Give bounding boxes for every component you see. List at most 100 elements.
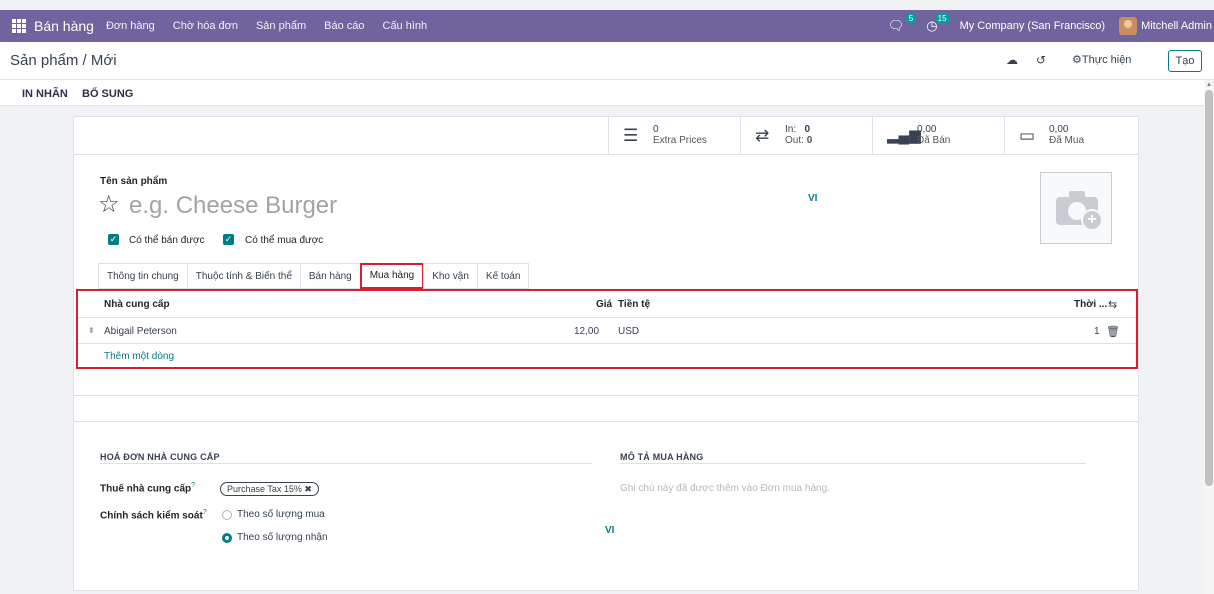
radio-ordered-label: Theo số lượng mua (237, 509, 325, 520)
in-label: In: (785, 124, 797, 135)
description-translate-button[interactable]: VI (605, 525, 614, 536)
gear-icon: ⚙ (1072, 54, 1082, 66)
credit-card-icon: ▭ (1019, 126, 1036, 145)
print-labels-button[interactable]: IN NHÃN (22, 88, 68, 100)
exchange-icon: ⇄ (755, 126, 770, 145)
extra-prices-label: Extra Prices (653, 135, 707, 146)
currency-cell[interactable]: USD (618, 326, 639, 337)
form-sheet: ☰ 0 Extra Prices ⇄ In: 0 Out: 0 ▂▄▆ 0,00… (73, 116, 1139, 591)
trash-icon[interactable]: 🗑 (1106, 325, 1120, 338)
lead-time-cell[interactable]: 1 (1094, 326, 1100, 337)
product-name-label: Tên sản phẩm (100, 176, 168, 187)
user-menu[interactable]: Mitchell Admin (1141, 20, 1212, 32)
sold-value: 0,00 (917, 124, 937, 135)
scroll-thumb[interactable] (1205, 90, 1213, 486)
list-icon: ☰ (623, 126, 639, 145)
help-icon[interactable]: ? (203, 509, 207, 516)
replenish-button[interactable]: BỔ SUNG (82, 88, 133, 100)
radio-received-quantities[interactable] (222, 533, 232, 543)
drag-handle-icon[interactable]: ⬍ (88, 326, 95, 335)
menu-reporting[interactable]: Báo cáo (324, 20, 364, 32)
plus-icon: + (1081, 209, 1103, 231)
extra-prices-button[interactable]: ☰ 0 Extra Prices (608, 117, 740, 154)
out-line: Out: 0 (785, 136, 812, 146)
tab-accounting[interactable]: Kế toán (476, 263, 530, 289)
column-header-price[interactable]: Giá (596, 299, 612, 310)
star-icon[interactable]: ☆ (98, 191, 120, 219)
can-be-purchased-checkbox[interactable]: ✓ (223, 234, 234, 245)
tab-purchase[interactable]: Mua hàng (359, 263, 425, 289)
sold-label: Đã Bán (917, 135, 951, 146)
radio-ordered-quantities[interactable] (222, 510, 232, 520)
control-panel: Sản phẩm / Mới ☁ ↺ ⚙Thực hiện Tạo (0, 42, 1214, 80)
out-value: 0 (806, 135, 813, 146)
menu-orders[interactable]: Đơn hàng (106, 20, 155, 32)
purchased-value: 0,00 (1049, 124, 1069, 135)
extra-prices-value: 0 (653, 124, 659, 135)
tab-attributes-variants[interactable]: Thuộc tính & Biến thể (186, 263, 301, 289)
optional-columns-icon[interactable]: ⇆ (1108, 298, 1117, 311)
chat-icon[interactable]: 🗨 5 (888, 13, 917, 34)
can-be-sold-label: Có thể bán được (129, 235, 205, 246)
company-switcher[interactable]: My Company (San Francisco) (960, 20, 1106, 32)
purchased-button[interactable]: ▭ 0,00 Đã Mua (1004, 117, 1136, 154)
in-out-button[interactable]: ⇄ In: 0 Out: 0 (740, 117, 872, 154)
menu-to-invoice[interactable]: Chờ hóa đơn (173, 20, 238, 32)
smart-button-bar: ☰ 0 Extra Prices ⇄ In: 0 Out: 0 ▂▄▆ 0,00… (74, 117, 1138, 155)
column-header-vendor[interactable]: Nhà cung cấp (104, 299, 170, 310)
signal-bars-icon: ▂▄▆ (887, 127, 921, 144)
price-cell[interactable]: 12,00 (574, 326, 599, 337)
column-header-lead-time[interactable]: Thời ... (1074, 299, 1107, 310)
discard-icon[interactable]: ↺ (1036, 53, 1046, 67)
vendor-list: Nhà cung cấp Giá Tiền tệ Thời ... ⇆ ⬍ Ab… (76, 289, 1138, 369)
section-divider (74, 421, 1138, 422)
translate-button[interactable]: VI (808, 193, 817, 204)
vendor-name-cell[interactable]: Abigail Peterson (104, 326, 177, 337)
vendor-bills-title: HOÁ ĐƠN NHÀ CUNG CẤP (100, 452, 220, 462)
top-navbar: Bán hàng Đơn hàng Chờ hóa đơn Sản phẩm B… (0, 10, 1214, 42)
purchase-description-title: MÔ TẢ MUA HÀNG (620, 452, 704, 462)
column-header-currency[interactable]: Tiền tệ (618, 299, 650, 310)
activities-badge: 15 (934, 13, 950, 24)
sold-button[interactable]: ▂▄▆ 0,00 Đã Bán (872, 117, 1004, 154)
tab-inventory[interactable]: Kho vận (423, 263, 478, 289)
can-be-sold-checkbox[interactable]: ✓ (108, 234, 119, 245)
clock-icon[interactable]: ◷ 15 (926, 13, 950, 34)
remove-tag-icon[interactable]: ✖ (304, 484, 312, 494)
tab-sales[interactable]: Bán hàng (299, 263, 361, 289)
row-divider (78, 343, 1136, 344)
scroll-up-icon[interactable]: ▲ (1206, 82, 1212, 88)
menu-configuration[interactable]: Cấu hình (383, 20, 428, 32)
purchase-description-input[interactable]: Ghi chú này đã được thêm vào Đơn mua hàn… (620, 483, 830, 494)
menu-products[interactable]: Sản phẩm (256, 20, 306, 32)
empty-row-divider (74, 395, 1138, 396)
in-line: In: 0 (785, 125, 810, 135)
breadcrumb[interactable]: Sản phẩm / Mới (10, 52, 117, 69)
help-icon[interactable]: ? (191, 482, 195, 489)
out-label: Out: (785, 135, 804, 146)
app-name[interactable]: Bán hàng (34, 18, 94, 34)
page-scrollbar[interactable]: ▲ (1204, 80, 1214, 594)
radio-received-label: Theo số lượng nhận (237, 532, 328, 543)
notebook-tabs: Thông tin chung Thuộc tính & Biến thể Bá… (98, 263, 530, 290)
messages-badge: 5 (905, 13, 917, 24)
action-label: Thực hiện (1081, 54, 1132, 66)
new-button[interactable]: Tạo (1168, 50, 1202, 72)
tax-tag[interactable]: Purchase Tax 15% ✖ (220, 482, 319, 496)
in-value: 0 (804, 124, 811, 135)
avatar[interactable] (1119, 17, 1138, 35)
add-line-link[interactable]: Thêm một dòng (104, 351, 174, 362)
purchased-label: Đã Mua (1049, 135, 1085, 146)
can-be-purchased-label: Có thể mua được (245, 235, 324, 246)
control-policy-label: Chính sách kiểm soát? (100, 509, 207, 522)
purchase-description-separator (620, 463, 1086, 464)
product-name-input[interactable] (129, 191, 769, 221)
status-bar: IN NHÃN BỔ SUNG (0, 80, 1204, 106)
product-image-upload[interactable]: + (1040, 172, 1112, 244)
tab-general-info[interactable]: Thông tin chung (98, 263, 188, 289)
apps-menu-icon[interactable] (12, 19, 26, 33)
action-menu[interactable]: ⚙Thực hiện (1072, 53, 1131, 66)
vendor-taxes-label: Thuế nhà cung cấp? (100, 482, 196, 495)
cloud-upload-icon[interactable]: ☁ (1006, 53, 1018, 67)
header-divider (78, 317, 1136, 318)
